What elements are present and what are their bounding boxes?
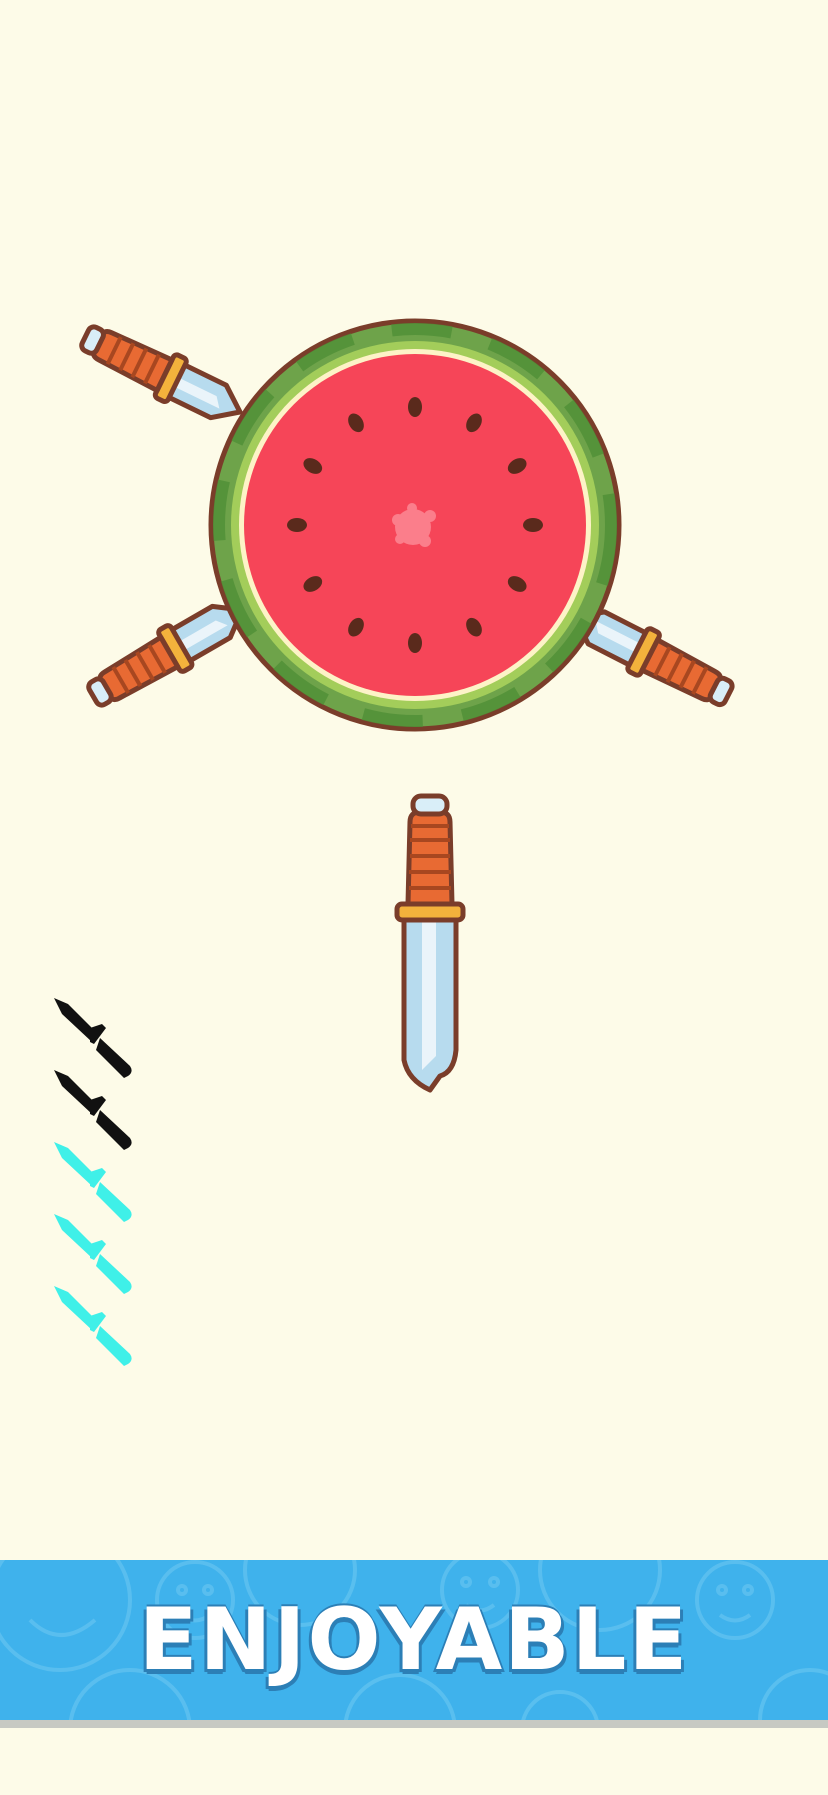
stuck-knife (75, 315, 251, 434)
used-knife-icon (54, 998, 132, 1078)
seed (523, 518, 543, 532)
player-knife[interactable] (394, 793, 466, 1093)
seed (408, 397, 422, 417)
banner-shadow (0, 1720, 828, 1728)
knives-remaining-counter (54, 998, 132, 1366)
banner-title: ENJOYABLE (138, 1590, 690, 1690)
used-knife-icon (54, 1070, 132, 1150)
game-area[interactable] (0, 0, 828, 1560)
bottom-area (0, 1728, 828, 1795)
available-knife-icon (54, 1142, 132, 1222)
game-canvas[interactable] (0, 0, 828, 1560)
available-knife-icon (54, 1214, 132, 1294)
available-knife-icon (54, 1286, 132, 1366)
promo-banner: ENJOYABLE (0, 1560, 828, 1720)
seed (408, 633, 422, 653)
seed (287, 518, 307, 532)
watermelon-target (208, 318, 622, 732)
